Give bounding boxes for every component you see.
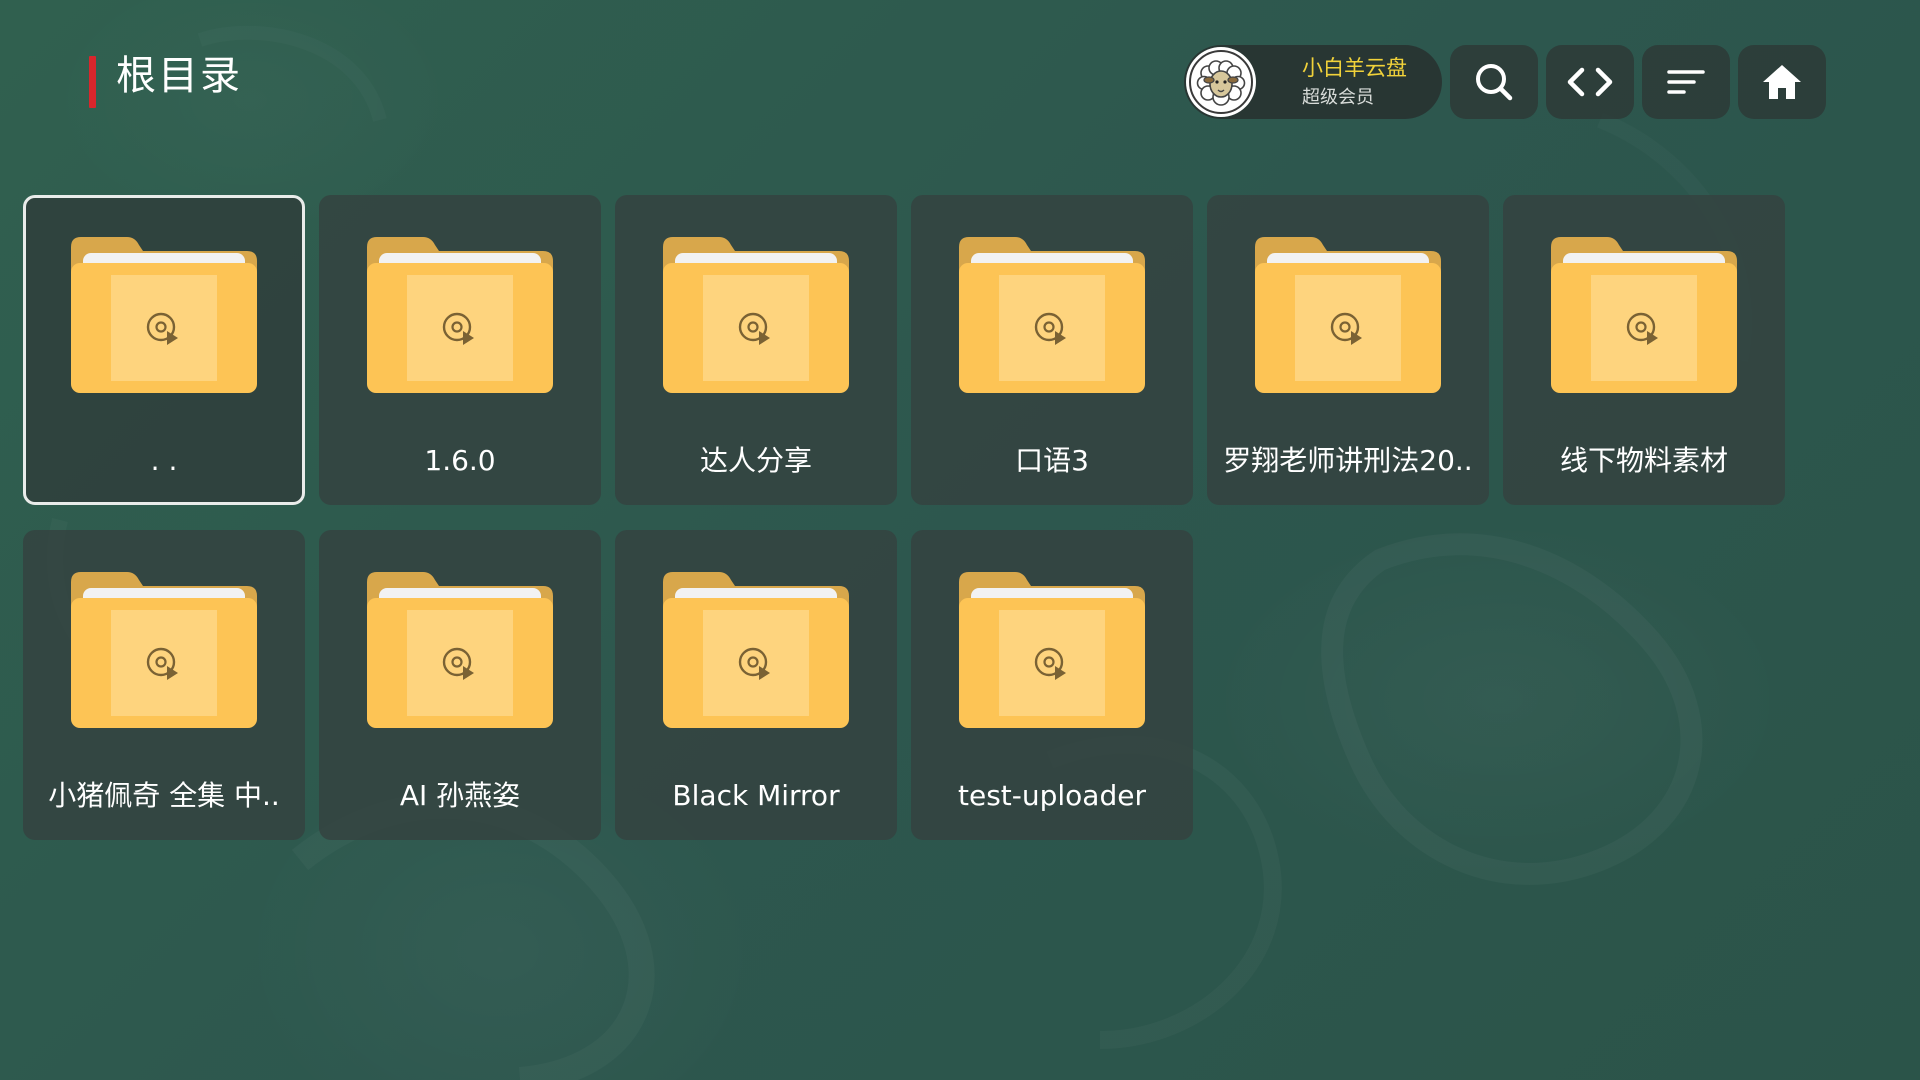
folder-label: 1.6.0	[424, 444, 496, 477]
folder-label: . .	[150, 444, 178, 477]
folder-item[interactable]: 小猪佩奇 全集 中..	[23, 530, 305, 840]
folder-item[interactable]: . .	[23, 195, 305, 505]
folder-label: test-uploader	[958, 779, 1146, 812]
folder-item[interactable]: test-uploader	[911, 530, 1193, 840]
folder-item[interactable]: AI 孙燕姿	[319, 530, 601, 840]
folder-label: 达人分享	[699, 444, 812, 477]
video-folder-icon	[959, 572, 1145, 728]
video-folder-icon	[367, 237, 553, 393]
folder-label: 罗翔老师讲刑法20..	[1223, 444, 1473, 477]
video-folder-icon	[71, 572, 257, 728]
video-folder-icon	[71, 237, 257, 393]
video-folder-icon	[1551, 237, 1737, 393]
folder-item[interactable]: 达人分享	[615, 195, 897, 505]
folder-grid: . . 1.6.0 达人分享 口语3 罗翔老师讲刑法20.. 线下物料素材小猪佩奇 全集 …	[0, 0, 1920, 1080]
folder-item[interactable]: 口语3	[911, 195, 1193, 505]
folder-item[interactable]: 1.6.0	[319, 195, 601, 505]
folder-item[interactable]: 线下物料素材	[1503, 195, 1785, 505]
folder-label: Black Mirror	[672, 779, 840, 812]
folder-label: 小猪佩奇 全集 中..	[48, 779, 280, 812]
folder-item[interactable]: Black Mirror	[615, 530, 897, 840]
video-folder-icon	[663, 572, 849, 728]
video-folder-icon	[367, 572, 553, 728]
folder-label: 口语3	[1015, 444, 1089, 477]
folder-label: 线下物料素材	[1559, 444, 1728, 477]
video-folder-icon	[663, 237, 849, 393]
folder-item[interactable]: 罗翔老师讲刑法20..	[1207, 195, 1489, 505]
video-folder-icon	[959, 237, 1145, 393]
video-folder-icon	[1255, 237, 1441, 393]
folder-label: AI 孙燕姿	[399, 779, 521, 812]
